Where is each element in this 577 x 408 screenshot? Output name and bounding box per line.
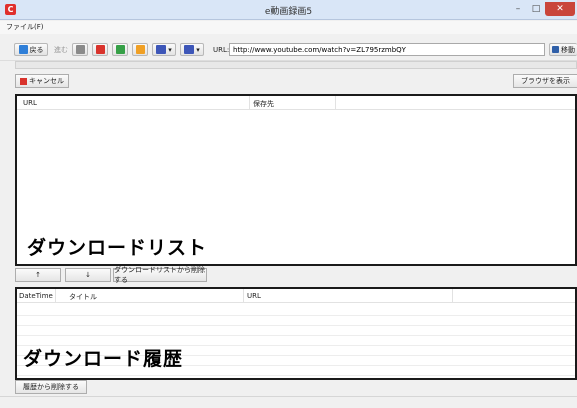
forward-button-label: 進む bbox=[54, 45, 68, 54]
remove-from-history-label: 履歴から削除する bbox=[23, 383, 79, 391]
remove-from-list-button[interactable]: ダウンロードリストから削除する bbox=[113, 266, 207, 284]
stop-icon bbox=[75, 45, 85, 54]
show-browser-button-label: ブラウザを表示 bbox=[521, 77, 570, 85]
arrow-down-icon: ↓ bbox=[85, 271, 91, 279]
cancel-icon bbox=[20, 77, 27, 85]
go-icon bbox=[552, 46, 559, 53]
history-list[interactable]: DateTime タイトル URL ダウンロード履歴 bbox=[15, 287, 577, 380]
back-arrow-icon bbox=[18, 45, 28, 54]
cancel-button-label: キャンセル bbox=[29, 77, 64, 85]
download-list-header: URL 保存先 bbox=[17, 96, 575, 110]
maximize-button[interactable]: □ bbox=[529, 2, 543, 16]
minimize-button[interactable]: – bbox=[511, 2, 525, 16]
cancel-load-button[interactable] bbox=[92, 43, 108, 56]
download-list[interactable]: URL 保存先 ダウンロードリスト bbox=[15, 94, 577, 266]
close-window-button[interactable]: ✕ bbox=[545, 2, 575, 16]
capture-dropdown-button[interactable]: ▾ bbox=[152, 43, 176, 56]
table-row bbox=[17, 315, 575, 316]
move-down-button[interactable]: ↓ bbox=[65, 268, 111, 282]
download-list-caption: ダウンロードリスト bbox=[27, 237, 208, 259]
cancel-button[interactable]: キャンセル bbox=[15, 74, 69, 88]
back-button[interactable]: 戻る bbox=[14, 43, 48, 56]
settings-dropdown-button[interactable]: ▾ bbox=[180, 43, 204, 56]
close-icon bbox=[95, 45, 105, 54]
show-browser-button[interactable]: ブラウザを表示 bbox=[513, 74, 577, 88]
url-label: URL: bbox=[213, 46, 230, 54]
refresh-icon bbox=[115, 45, 125, 54]
title-bar: C e動画録画5 – □ ✕ bbox=[0, 0, 577, 20]
home-button[interactable] bbox=[132, 43, 148, 56]
go-button-label: 移動 bbox=[561, 45, 575, 54]
forward-button[interactable]: 進む bbox=[52, 43, 70, 56]
go-button[interactable]: 移動 bbox=[549, 43, 577, 56]
menu-file[interactable]: ファイル(F) bbox=[6, 22, 44, 32]
table-row bbox=[17, 335, 575, 336]
status-bar bbox=[0, 396, 577, 408]
remove-from-history-button[interactable]: 履歴から削除する bbox=[15, 380, 87, 394]
back-button-label: 戻る bbox=[29, 45, 44, 54]
arrow-up-icon: ↑ bbox=[35, 271, 41, 279]
settings-icon bbox=[184, 45, 195, 54]
window-title: e動画録画5 bbox=[264, 7, 313, 17]
home-icon bbox=[135, 45, 145, 54]
column-url[interactable]: URL bbox=[23, 99, 37, 107]
toolbar: 戻る 進む ▾ ▾ URL: 移動 bbox=[0, 35, 577, 61]
column-title[interactable]: タイトル bbox=[69, 292, 97, 302]
column-save-location[interactable]: 保存先 bbox=[253, 99, 274, 109]
column-datetime[interactable]: DateTime bbox=[19, 292, 53, 300]
table-row bbox=[17, 375, 575, 376]
table-row bbox=[17, 325, 575, 326]
refresh-button[interactable] bbox=[112, 43, 128, 56]
history-list-caption: ダウンロード履歴 bbox=[23, 348, 184, 370]
chevron-down-icon: ▾ bbox=[168, 45, 172, 54]
stop-button[interactable] bbox=[72, 43, 88, 56]
capture-icon bbox=[156, 45, 167, 54]
menu-bar: ファイル(F) bbox=[0, 21, 577, 34]
remove-from-list-label: ダウンロードリストから削除する bbox=[114, 266, 205, 284]
column-url[interactable]: URL bbox=[247, 292, 261, 300]
progress-strip bbox=[15, 61, 577, 69]
move-up-button[interactable]: ↑ bbox=[15, 268, 61, 282]
history-list-header: DateTime タイトル URL bbox=[17, 289, 575, 303]
chevron-down-icon: ▾ bbox=[196, 45, 200, 54]
url-input[interactable] bbox=[229, 43, 545, 56]
